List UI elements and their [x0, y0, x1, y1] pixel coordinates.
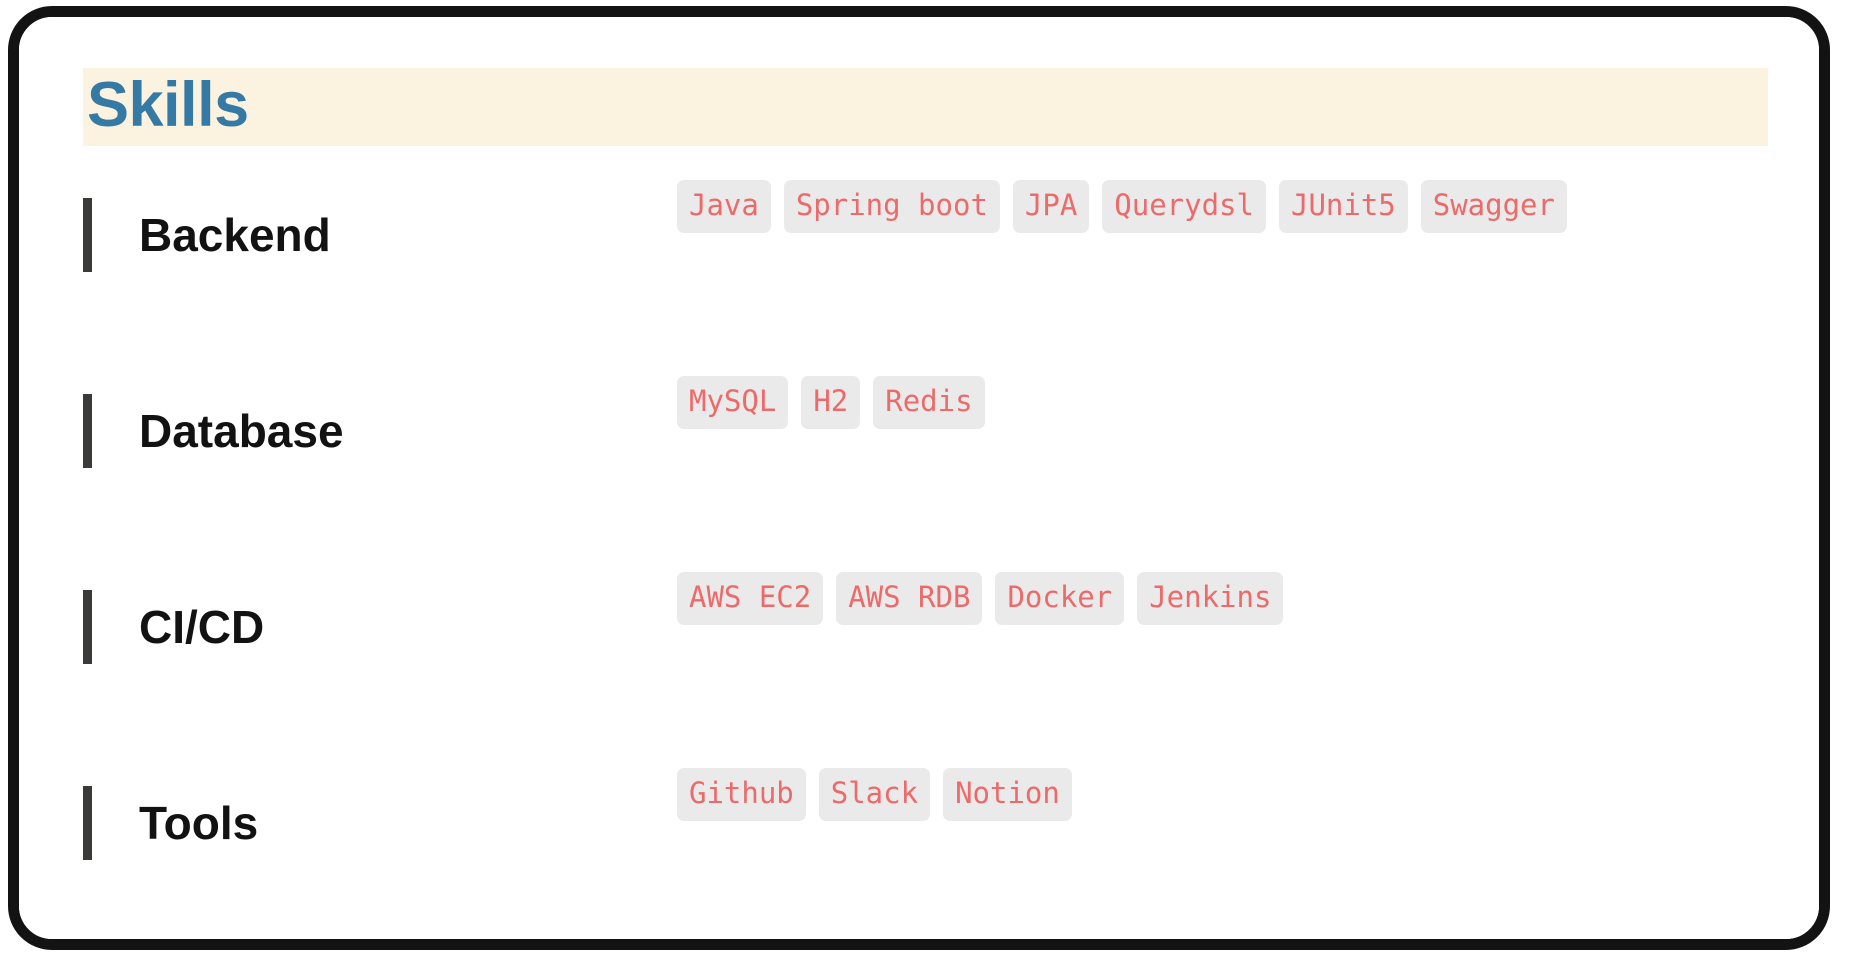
skill-tag: Github — [677, 768, 806, 821]
skill-group-header: CI/CD — [83, 572, 513, 682]
skill-tag: Swagger — [1420, 180, 1567, 233]
skills-heading-band: Skills — [83, 68, 1768, 146]
skill-tag: H2 — [801, 376, 861, 429]
page-title: Skills — [87, 69, 249, 140]
accent-bar-icon — [83, 198, 92, 272]
skill-tag-list: MySQL H2 Redis — [677, 376, 1727, 429]
skill-tag: JPA — [1012, 180, 1090, 233]
accent-bar-icon — [83, 590, 92, 664]
skill-tag: Spring boot — [783, 180, 1000, 233]
skill-group-row: Database MySQL H2 Redis — [19, 376, 1819, 572]
skill-tag: Jenkins — [1137, 572, 1284, 625]
skill-tag: Querydsl — [1102, 180, 1266, 233]
skill-tag: Slack — [818, 768, 931, 821]
skill-tag: Java — [677, 180, 771, 233]
skill-group-header: Backend — [83, 180, 513, 290]
skill-tag-list: Java Spring boot JPA Querydsl JUnit5 Swagger — [677, 180, 1727, 233]
skill-tag: JUnit5 — [1278, 180, 1408, 233]
skill-group-row: Tools Github Slack Notion — [19, 768, 1819, 939]
skill-group-label: Backend — [139, 209, 331, 261]
skill-group-row: CI/CD AWS EC2 AWS RDB Docker Jenkins — [19, 572, 1819, 768]
accent-bar-icon — [83, 786, 92, 860]
skill-tag-list: Github Slack Notion — [677, 768, 1727, 821]
skill-group-label: CI/CD — [139, 601, 265, 653]
skill-tag: Docker — [995, 572, 1125, 625]
skill-group-row: Backend Java Spring boot JPA Querydsl JUnit5 S… — [19, 180, 1819, 376]
skills-card: Skills Backend Java Spring boot JPA Querydsl… — [19, 17, 1819, 939]
skill-tag: AWS RDB — [836, 572, 983, 625]
skill-tag: MySQL — [677, 376, 789, 429]
skill-group-label: Database — [139, 405, 344, 457]
device-frame: Skills Backend Java Spring boot JPA Querydsl… — [8, 6, 1830, 950]
skill-group-header: Database — [83, 376, 513, 486]
skill-tag: Notion — [943, 768, 1072, 821]
accent-bar-icon — [83, 394, 92, 468]
skill-tag: AWS EC2 — [677, 572, 824, 625]
skill-tag: Redis — [873, 376, 985, 429]
skill-tag-list: AWS EC2 AWS RDB Docker Jenkins — [677, 572, 1727, 625]
skill-group-label: Tools — [139, 797, 259, 849]
skill-group-header: Tools — [83, 768, 513, 878]
